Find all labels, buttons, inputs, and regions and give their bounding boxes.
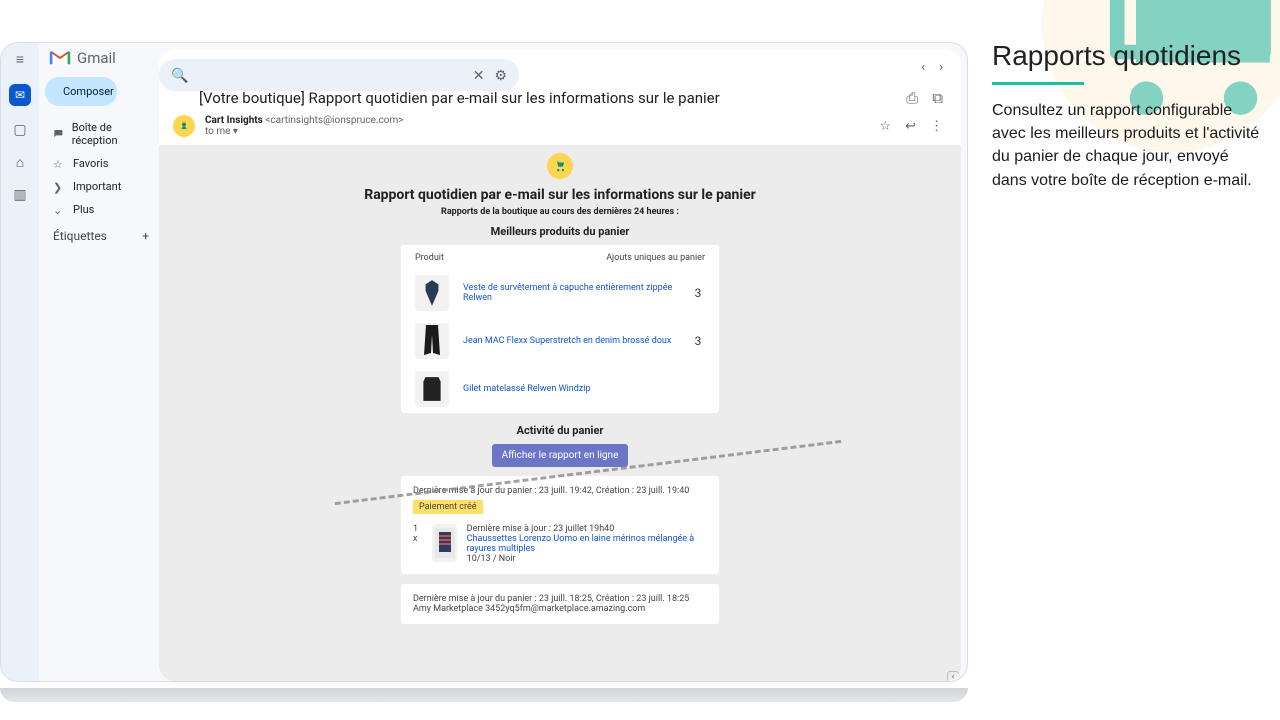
sidebar-item-starred[interactable]: ☆ Favoris [45,152,159,175]
payment-chip: Paiement créé [413,500,483,514]
gmail-main: ← ▣ ⊘ 🗑 ✉ ◷ ⊕ 📁 🏷 ⋮ ‹ › [ [159,49,961,681]
top-products-card: Produit Ajouts uniques au panier Veste d… [400,244,720,414]
product-row: Gilet matelassé Relwen Windzip [401,365,719,413]
activity-heading: Activité du panier [280,424,840,437]
top-products-heading: Meilleurs produits du panier [280,225,840,238]
app-rail: ≡ ✉ ▢ ⌂ ▥ [1,43,39,681]
sender-avatar [173,115,195,137]
sender-name: Cart Insights [205,115,263,126]
chevron-down-icon: ⌄ [53,204,65,216]
star-icon: ☆ [53,158,65,170]
search-input[interactable] [198,67,462,83]
product-count: 3 [691,286,705,300]
recipient-label: to me [205,126,230,137]
chat-icon[interactable]: ▢ [13,122,26,138]
activity-update: Dernière mise à jour : 23 juillet 19h40 [467,524,707,534]
activity-customer-link[interactable]: Amy Marketplace 3452yq5fm@marketplace.am… [413,604,645,614]
activity-product-link[interactable]: Chaussettes Lorenzo Uomo en laine mérino… [467,534,695,554]
print-icon[interactable]: ⎙ [906,89,918,107]
panel-body: Consultez un rapport configurable avec l… [992,99,1262,192]
expand-recipients-icon[interactable]: ▾ [233,126,238,137]
meet-icon[interactable]: ▥ [13,187,26,203]
product-link[interactable]: Jean MAC Flexx Superstretch en denim bro… [463,336,677,346]
product-thumb [415,275,449,311]
product-row: Jean MAC Flexx Superstretch en denim bro… [401,317,719,365]
collapse-icon[interactable]: ‹ [947,671,959,681]
gmail-logo: Gmail [49,49,159,67]
search-bar[interactable]: 🔍 ✕ ⚙ [159,59,519,91]
sidebar-item-label: Important [73,180,121,193]
col-count: Ajouts uniques au panier [606,253,705,263]
add-label-icon[interactable]: + [142,229,149,243]
important-icon: ❯ [53,181,65,193]
search-icon: 🔍 [171,67,188,84]
view-report-button[interactable]: Afficher le rapport en ligne [492,444,629,467]
col-product: Produit [415,253,444,263]
labels-header-label: Étiquettes [53,229,107,243]
email-subject: [Votre boutique] Rapport quotidien par e… [199,89,720,107]
gmail-product-label: Gmail [77,49,116,67]
search-options-icon[interactable]: ⚙ [494,67,507,84]
panel-title: Rapports quotidiens [992,40,1262,72]
message-more-icon[interactable]: ⋮ [930,119,943,134]
reply-icon[interactable]: ↩ [905,119,916,134]
labels-header: Étiquettes + [45,221,159,243]
activity-card: Dernière mise à jour du panier : 23 juil… [400,583,720,625]
device-bezel [0,688,968,702]
newer-icon[interactable]: › [939,60,943,75]
report-title: Rapport quotidien par e-mail sur les inf… [280,187,840,203]
activity-card: Dernière mise à jour du panier : 23 juil… [400,475,720,575]
gmail-sidebar: Gmail Composer Boîte de réception ☆ Favo… [39,43,159,681]
report-subtitle: Rapports de la boutique au cours des der… [280,207,840,217]
sidebar-item-important[interactable]: ❯ Important [45,175,159,198]
spaces-icon[interactable]: ⌂ [16,154,24,171]
star-message-icon[interactable]: ☆ [879,119,891,134]
email-body: Rapport quotidien par e-mail sur les inf… [159,145,961,681]
sidebar-item-more[interactable]: ⌄ Plus [45,198,159,221]
report-logo-icon [547,153,573,179]
activity-meta: Dernière mise à jour du panier : 23 juil… [413,594,707,604]
activity-meta: Dernière mise à jour du panier : 23 juil… [413,486,707,496]
activity-thumb [432,524,456,562]
marketing-panel: Rapports quotidiens Consultez un rapport… [992,40,1262,192]
accent-rule [992,82,1084,85]
open-new-icon[interactable]: ⧉ [932,89,943,107]
product-count: 3 [691,334,705,348]
sender-email: <cartinsights@ionspruce.com> [265,115,403,126]
product-link[interactable]: Gilet matelassé Relwen Windzip [463,384,677,394]
product-link[interactable]: Veste de survêtement à capuche entièreme… [463,283,677,303]
older-icon[interactable]: ‹ [921,60,925,75]
product-thumb [415,371,449,407]
activity-qty: 1 x [413,524,422,544]
activity-variant: 10/13 / Noir [467,554,707,564]
sidebar-item-inbox[interactable]: Boîte de réception [45,116,159,152]
product-thumb [415,323,449,359]
menu-icon[interactable]: ≡ [16,51,24,68]
product-row: Veste de survêtement à capuche entièreme… [401,269,719,317]
compose-label: Composer [63,85,114,98]
sidebar-item-label: Boîte de réception [72,121,151,147]
clear-search-icon[interactable]: ✕ [473,67,485,84]
sidebar-item-label: Favoris [73,157,108,170]
compose-button[interactable]: Composer [45,77,117,106]
mail-app-icon[interactable]: ✉ [9,84,31,106]
sidebar-item-label: Plus [73,203,94,216]
